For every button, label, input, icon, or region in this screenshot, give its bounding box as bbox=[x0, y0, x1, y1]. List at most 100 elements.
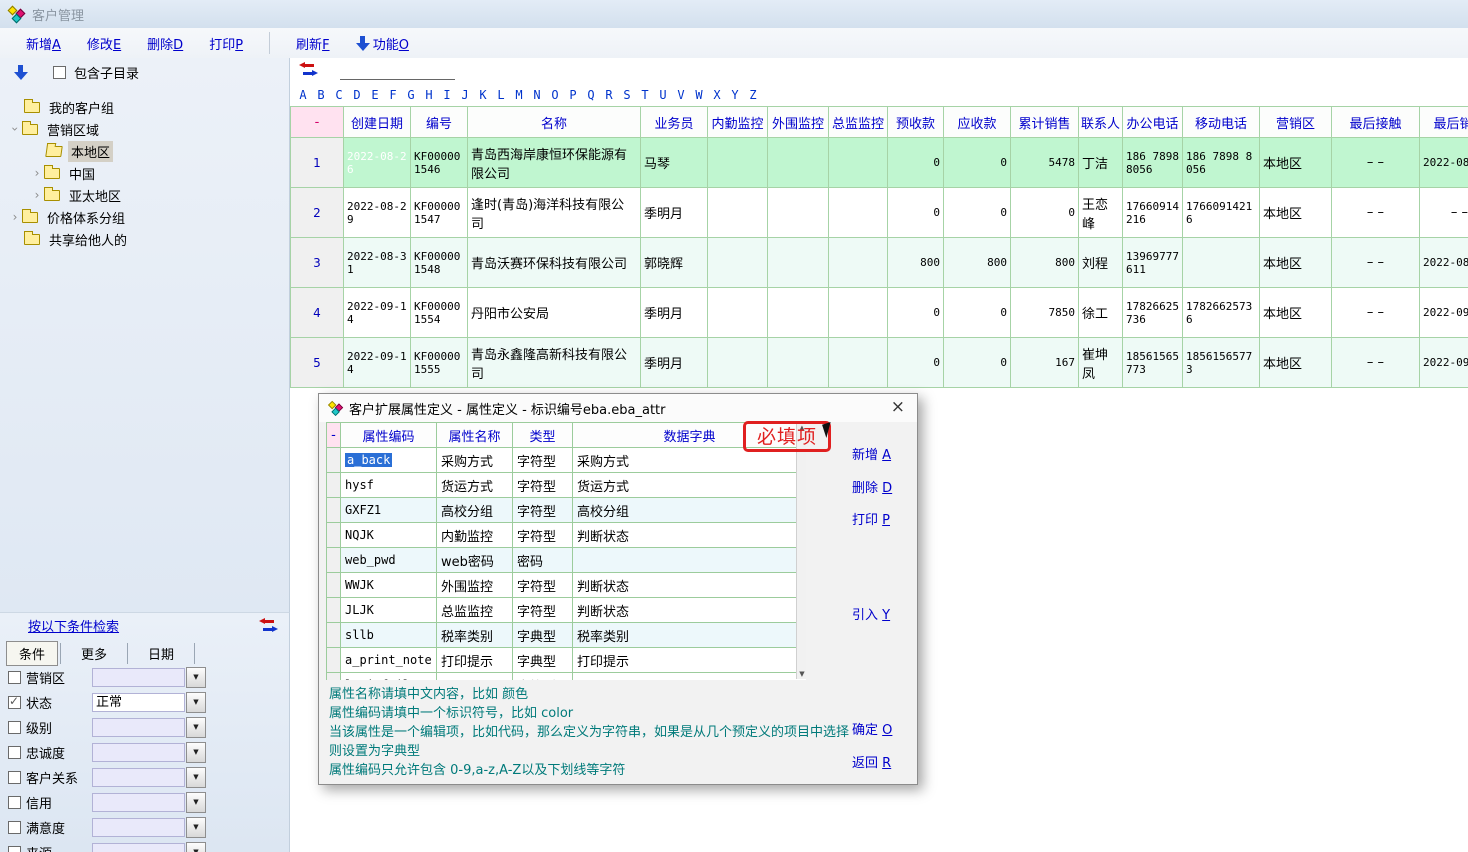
alphabet-letter[interactable]: P bbox=[564, 88, 582, 105]
expander-closed-icon[interactable]: › bbox=[8, 210, 22, 224]
toolbar-button-functions[interactable]: 功能O bbox=[356, 34, 409, 53]
toolbar-button-print[interactable]: 打印P bbox=[209, 34, 243, 53]
relationship-dropdown[interactable] bbox=[92, 768, 185, 787]
expander-closed-icon[interactable]: › bbox=[30, 188, 44, 202]
dropdown-arrow-icon[interactable]: ▼ bbox=[186, 742, 206, 763]
column-header-internal-monitor[interactable]: 内勤监控 bbox=[708, 107, 768, 138]
attr-row[interactable]: JLJK 总监监控 字符型 判断状态 bbox=[327, 598, 807, 623]
alphabet-letter[interactable]: Z bbox=[744, 88, 762, 105]
column-header-minus[interactable]: - bbox=[327, 423, 341, 448]
column-header-code[interactable]: 编号 bbox=[411, 107, 468, 138]
dropdown-arrow-icon[interactable]: ▼ bbox=[186, 842, 206, 852]
attr-row[interactable]: WWJK 外围监控 字符型 判断状态 bbox=[327, 573, 807, 598]
alphabet-letter[interactable]: H bbox=[420, 88, 438, 105]
attr-row[interactable]: a_print_note 打印提示 字典型 打印提示 bbox=[327, 648, 807, 673]
column-header-receivable[interactable]: 应收款 bbox=[944, 107, 1011, 138]
level-checkbox[interactable] bbox=[8, 721, 21, 734]
alphabet-letter[interactable]: B bbox=[312, 88, 330, 105]
column-header-attr-type[interactable]: 类型 bbox=[513, 423, 573, 448]
attr-row[interactable]: GXFZ1 高校分组 字符型 高校分组 bbox=[327, 498, 807, 523]
sidebar-item-shared[interactable]: 共享给他人的 bbox=[0, 228, 289, 250]
table-row[interactable]: 5 2022-09-14 KF000001555 青岛永鑫隆高新科技有限公司 季… bbox=[291, 338, 1468, 388]
alphabet-letter[interactable]: L bbox=[492, 88, 510, 105]
column-header-created[interactable]: 创建日期 bbox=[344, 107, 411, 138]
dialog-button-import[interactable]: 引入 Y bbox=[852, 604, 890, 623]
alphabet-letter[interactable]: G bbox=[402, 88, 420, 105]
alphabet-letter[interactable]: K bbox=[474, 88, 492, 105]
expander-closed-icon[interactable]: › bbox=[30, 166, 44, 180]
source-checkbox[interactable] bbox=[8, 846, 21, 852]
expander-open-icon[interactable]: › bbox=[8, 122, 22, 136]
attr-row[interactable]: a_back 采购方式 字符型 采购方式 bbox=[327, 448, 807, 473]
dropdown-arrow-icon[interactable]: ▼ bbox=[186, 792, 206, 813]
column-header-name[interactable]: 名称 bbox=[468, 107, 641, 138]
region-checkbox[interactable] bbox=[8, 671, 21, 684]
satisfaction-checkbox[interactable] bbox=[8, 821, 21, 834]
attr-row[interactable]: NQJK 内勤监控 字符型 判断状态 bbox=[327, 523, 807, 548]
dropdown-arrow-icon[interactable]: ▼ bbox=[186, 767, 206, 788]
region-dropdown[interactable] bbox=[92, 668, 185, 687]
credit-dropdown[interactable] bbox=[92, 793, 185, 812]
alphabet-letter[interactable]: Y bbox=[726, 88, 744, 105]
alphabet-letter[interactable]: E bbox=[366, 88, 384, 105]
level-dropdown[interactable] bbox=[92, 718, 185, 737]
alphabet-letter[interactable]: W bbox=[690, 88, 708, 105]
toolbar-button-refresh[interactable]: 刷新F bbox=[296, 34, 330, 53]
alphabet-letter[interactable]: J bbox=[456, 88, 474, 105]
alphabet-letter[interactable]: C bbox=[330, 88, 348, 105]
selected-cell[interactable]: a_back bbox=[345, 453, 392, 467]
source-dropdown[interactable] bbox=[92, 843, 185, 852]
alphabet-letter[interactable]: T bbox=[636, 88, 654, 105]
dropdown-arrow-icon[interactable]: ▼ bbox=[186, 692, 206, 713]
alphabet-letter[interactable]: M bbox=[510, 88, 528, 105]
scrollbar[interactable]: ▲ ▼ bbox=[796, 423, 806, 679]
attr-row[interactable]: web_pwd web密码 密码 bbox=[327, 548, 807, 573]
close-icon[interactable]: × bbox=[891, 397, 905, 417]
column-header-chief-monitor[interactable]: 总监监控 bbox=[829, 107, 888, 138]
alphabet-letter[interactable]: O bbox=[546, 88, 564, 105]
alphabet-letter[interactable]: S bbox=[618, 88, 636, 105]
dropdown-arrow-icon[interactable]: ▼ bbox=[186, 667, 206, 688]
sidebar-item-asia-pacific[interactable]: › 亚太地区 bbox=[0, 184, 289, 206]
status-dropdown[interactable]: 正常 bbox=[92, 693, 185, 712]
credit-checkbox[interactable] bbox=[8, 796, 21, 809]
attr-row[interactable]: loginfailure 登录失败 字符型 bbox=[327, 673, 807, 681]
tab-conditions[interactable]: 条件 bbox=[6, 641, 58, 666]
column-header-salesperson[interactable]: 业务员 bbox=[641, 107, 708, 138]
column-header-prepaid[interactable]: 预收款 bbox=[888, 107, 944, 138]
table-row[interactable]: 2 2022-08-29 KF000001547 逢时(青岛)海洋科技有限公司 … bbox=[291, 188, 1468, 238]
sidebar-item-my-customers[interactable]: 我的客户组 bbox=[0, 96, 289, 118]
loyalty-checkbox[interactable] bbox=[8, 746, 21, 759]
alphabet-letter[interactable]: F bbox=[384, 88, 402, 105]
alphabet-letter[interactable]: U bbox=[654, 88, 672, 105]
dialog-button-print[interactable]: 打印 P bbox=[852, 509, 890, 528]
alphabet-letter[interactable]: V bbox=[672, 88, 690, 105]
column-header-attr-name[interactable]: 属性名称 bbox=[437, 423, 513, 448]
selected-cell[interactable]: 2022-08-26 bbox=[344, 138, 411, 188]
dropdown-arrow-icon[interactable]: ▼ bbox=[186, 717, 206, 738]
alphabet-letter[interactable]: Q bbox=[582, 88, 600, 105]
alphabet-letter[interactable]: X bbox=[708, 88, 726, 105]
alphabet-letter[interactable]: D bbox=[348, 88, 366, 105]
alphabet-letter[interactable]: I bbox=[438, 88, 456, 105]
column-header-external-monitor[interactable]: 外围监控 bbox=[768, 107, 829, 138]
column-header-last-touch[interactable]: 最后接触 bbox=[1332, 107, 1420, 138]
status-checkbox[interactable] bbox=[8, 696, 21, 709]
column-header-last-sale[interactable]: 最后销售 bbox=[1420, 107, 1468, 138]
toolbar-button-edit[interactable]: 修改E bbox=[87, 34, 121, 53]
toolbar-button-delete[interactable]: 删除D bbox=[147, 34, 183, 53]
column-header-region[interactable]: 营销区 bbox=[1260, 107, 1332, 138]
column-header-attr-code[interactable]: 属性编码 bbox=[341, 423, 437, 448]
sidebar-item-price-system-group[interactable]: › 价格体系分组 bbox=[0, 206, 289, 228]
tab-date[interactable]: 日期 bbox=[130, 642, 192, 665]
sidebar-item-china[interactable]: › 中国 bbox=[0, 162, 289, 184]
alphabet-letter[interactable]: A bbox=[294, 88, 312, 105]
sidebar-item-marketing-region[interactable]: › 营销区域 bbox=[0, 118, 289, 140]
alphabet-letter[interactable]: R bbox=[600, 88, 618, 105]
table-row[interactable]: 4 2022-09-14 KF000001554 丹阳市公安局 季明月 0 0 … bbox=[291, 288, 1468, 338]
attr-row[interactable]: sllb 税率类别 字典型 税率类别 bbox=[327, 623, 807, 648]
relationship-checkbox[interactable] bbox=[8, 771, 21, 784]
table-row[interactable]: 1 2022-08-26 KF000001546 青岛西海岸康恒环保能源有限公司… bbox=[291, 138, 1468, 188]
column-header-minus[interactable]: - bbox=[291, 107, 344, 138]
swap-columns-icon[interactable] bbox=[260, 618, 277, 632]
